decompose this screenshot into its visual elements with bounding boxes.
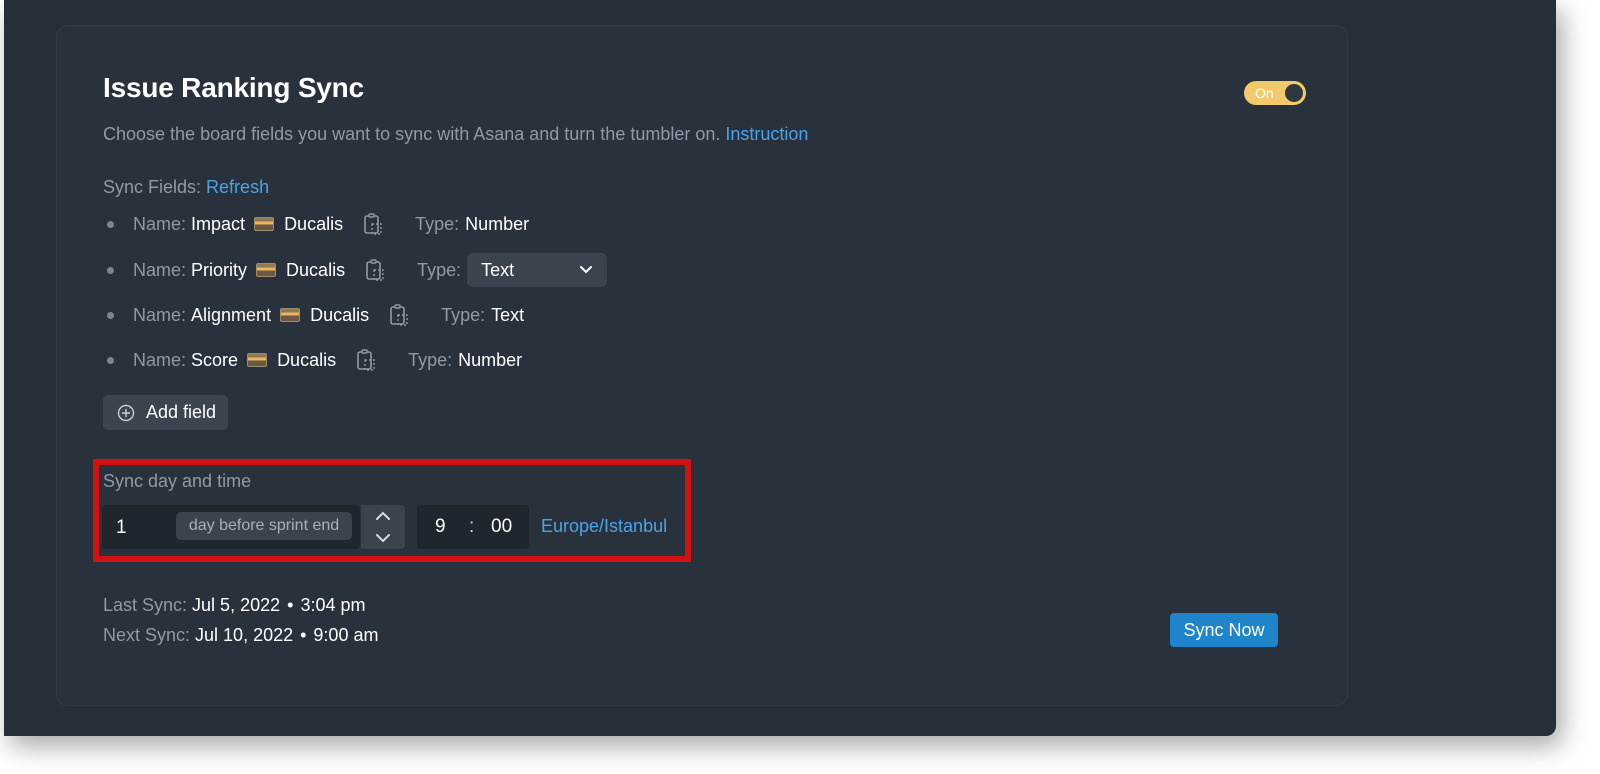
card-file-box-icon <box>280 308 301 322</box>
field-row-priority: Name: Priority Ducalis Type: Text <box>107 252 608 288</box>
sync-fields-label: Sync Fields: <box>103 177 207 197</box>
days-input[interactable]: 1 day before sprint end <box>102 505 360 549</box>
chevron-up-icon <box>376 511 390 520</box>
copy-icon[interactable] <box>365 258 385 282</box>
field-type: Number <box>458 349 523 370</box>
name-label: Name: <box>133 349 187 370</box>
field-type: Text <box>491 304 525 325</box>
type-label: Type: <box>417 259 462 280</box>
last-sync-label: Last Sync: <box>103 595 193 615</box>
unit-chip: day before sprint end <box>176 512 352 540</box>
description-text: Choose the board fields you want to sync… <box>103 124 726 144</box>
description: Choose the board fields you want to sync… <box>103 124 808 145</box>
bullet <box>107 220 114 228</box>
toggle-label: On <box>1255 85 1274 101</box>
time-separator: : <box>469 516 475 537</box>
bullet <box>107 311 114 319</box>
chevron-down-icon <box>376 534 390 543</box>
card-file-box-icon <box>254 217 275 231</box>
name-label: Name: <box>133 213 187 234</box>
instruction-link[interactable]: Instruction <box>725 124 808 144</box>
days-stepper <box>361 505 405 549</box>
field-name: Impact <box>191 213 246 234</box>
field-name: Priority <box>191 259 248 280</box>
type-label: Type: <box>408 349 453 370</box>
field-row-score: Name: Score Ducalis Type: Number <box>107 342 522 378</box>
page-title: Issue Ranking Sync <box>103 72 364 103</box>
type-select-value: Text <box>481 259 515 280</box>
name-label: Name: <box>133 304 187 325</box>
bullet <box>107 356 114 364</box>
toggle-knob <box>1285 84 1303 102</box>
sync-now-button[interactable]: Sync Now <box>1170 613 1278 647</box>
next-sync: Next Sync: Jul 10, 2022 • 9:00 am <box>103 625 378 646</box>
sync-toggle[interactable]: On <box>1244 81 1306 105</box>
type-select[interactable]: Text <box>467 253 608 287</box>
field-source: Ducalis <box>286 259 346 280</box>
sync-fields-header: Sync Fields: Refresh <box>103 177 269 198</box>
add-field-button[interactable]: Add field <box>103 395 229 430</box>
app-window: Issue Ranking Sync On Choose the board f… <box>4 0 1556 736</box>
timezone-link[interactable]: Europe/Istanbul <box>541 516 667 537</box>
minute-input[interactable]: 00 <box>491 516 512 538</box>
bullet <box>107 266 114 274</box>
copy-icon[interactable] <box>363 212 383 236</box>
field-type: Number <box>465 213 530 234</box>
next-sync-time: 9:00 am <box>313 625 379 645</box>
time-input: 9 : 00 <box>417 505 529 549</box>
field-source: Ducalis <box>310 304 370 325</box>
field-row-alignment: Name: Alignment Ducalis Type: Text <box>107 297 524 333</box>
field-name: Alignment <box>191 304 272 325</box>
card-file-box-icon <box>247 353 268 367</box>
dot-separator: • <box>300 625 307 645</box>
field-row-impact: Name: Impact Ducalis Type: Number <box>107 206 529 242</box>
add-field-label: Add field <box>146 402 217 422</box>
decrement-button[interactable] <box>361 527 405 549</box>
field-source: Ducalis <box>284 213 344 234</box>
plus-circle-icon <box>117 404 135 421</box>
copy-icon[interactable] <box>356 348 376 372</box>
last-sync: Last Sync: Jul 5, 2022 • 3:04 pm <box>103 595 365 616</box>
chevron-down-icon <box>580 266 593 274</box>
sync-day-time-label: Sync day and time <box>103 471 252 491</box>
last-sync-date: Jul 5, 2022 <box>192 595 281 615</box>
copy-icon[interactable] <box>389 303 409 327</box>
type-label: Type: <box>441 304 486 325</box>
issue-ranking-sync-panel: Issue Ranking Sync On Choose the board f… <box>56 25 1348 706</box>
type-label: Type: <box>415 213 460 234</box>
dot-separator: • <box>287 595 294 615</box>
next-sync-label: Next Sync: <box>103 625 196 645</box>
name-label: Name: <box>133 259 187 280</box>
field-name: Score <box>191 349 239 370</box>
days-value: 1 <box>116 517 127 538</box>
next-sync-date: Jul 10, 2022 <box>195 625 294 645</box>
increment-button[interactable] <box>361 505 405 527</box>
field-source: Ducalis <box>277 349 337 370</box>
last-sync-time: 3:04 pm <box>300 595 366 615</box>
hour-input[interactable]: 9 <box>435 516 446 538</box>
refresh-link[interactable]: Refresh <box>206 177 269 197</box>
card-file-box-icon <box>256 263 277 277</box>
